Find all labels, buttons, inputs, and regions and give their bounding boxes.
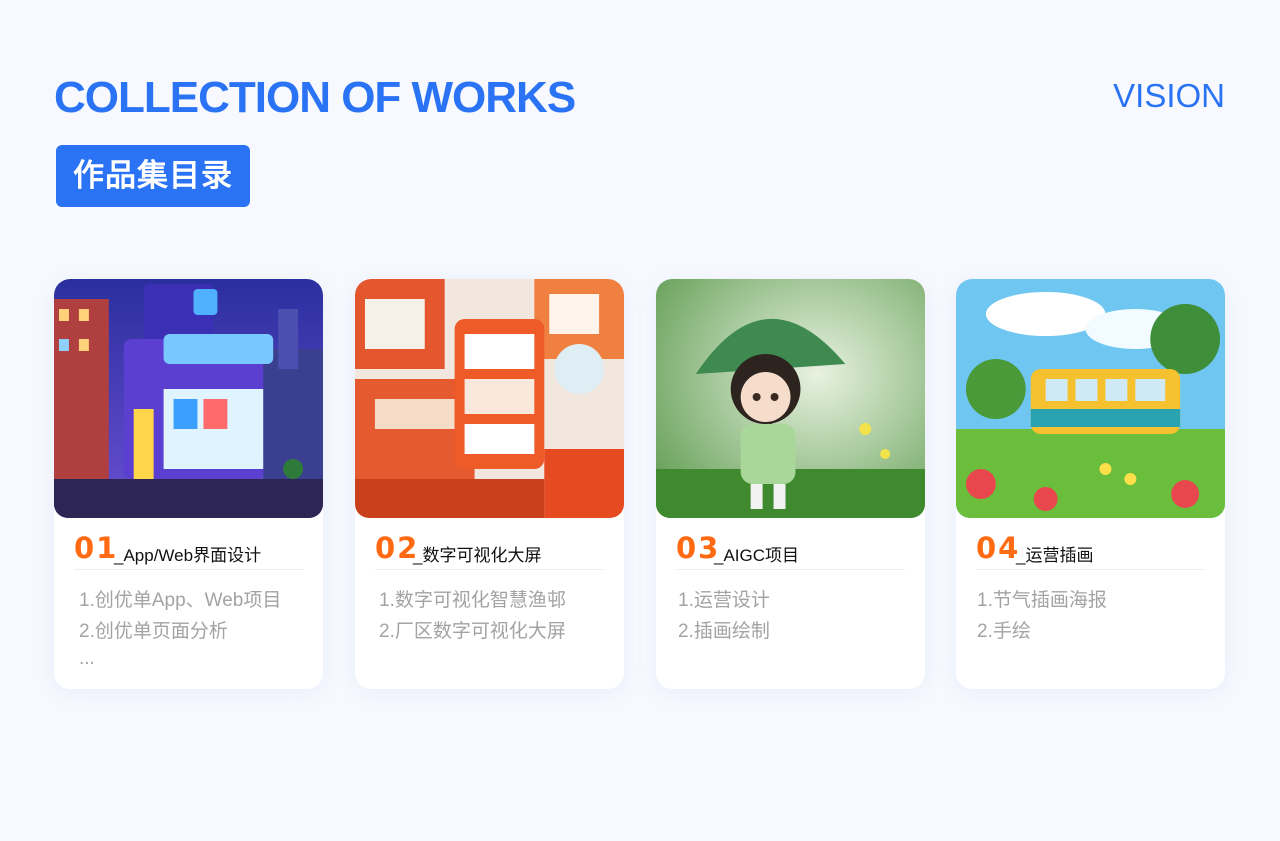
list-item: 1.节气插画海报 — [977, 590, 1107, 611]
list-item: 2.插画绘制 — [678, 621, 770, 642]
card-1-heading: 01 _App/Web界面设计 — [74, 531, 303, 570]
card-3-image — [656, 279, 925, 518]
card-3-heading: 03 _AIGC项目 — [676, 531, 905, 570]
list-item: 1.运营设计 — [678, 590, 770, 611]
card-category: _App/Web界面设计 — [114, 546, 262, 565]
list-item: 1.数字可视化智慧渔邨 — [379, 590, 566, 611]
card-1-items: 1.创优单App、Web项目 2.创优单页面分析 ... — [79, 585, 281, 671]
card-3-items: 1.运营设计 2.插画绘制 — [678, 585, 770, 647]
card-4-items: 1.节气插画海报 2.手绘 — [977, 585, 1107, 647]
list-item: 2.手绘 — [977, 621, 1031, 642]
card-category: _数字可视化大屏 — [413, 546, 542, 565]
list-item: 2.厂区数字可视化大屏 — [379, 621, 566, 642]
card-4-heading: 04 _运营插画 — [976, 531, 1205, 570]
work-card-3[interactable]: 03 _AIGC项目 1.运营设计 2.插画绘制 — [656, 279, 925, 689]
card-category: _运营插画 — [1016, 546, 1094, 565]
vision-label: VISION — [1113, 77, 1225, 114]
card-4-image — [956, 279, 1225, 518]
card-number: 01 — [74, 531, 119, 565]
page-title: COLLECTION OF WORKS — [54, 73, 576, 122]
work-card-1[interactable]: 01 _App/Web界面设计 1.创优单App、Web项目 2.创优单页面分析… — [54, 279, 323, 689]
card-category: _AIGC项目 — [714, 546, 800, 565]
card-2-items: 1.数字可视化智慧渔邨 2.厂区数字可视化大屏 — [379, 585, 566, 647]
list-item: 1.创优单App、Web项目 — [79, 590, 282, 611]
list-item: ... — [79, 648, 95, 669]
work-card-2[interactable]: 02 _数字可视化大屏 1.数字可视化智慧渔邨 2.厂区数字可视化大屏 — [355, 279, 624, 689]
card-2-heading: 02 _数字可视化大屏 — [375, 531, 604, 570]
card-2-image — [355, 279, 624, 518]
work-card-4[interactable]: 04 _运营插画 1.节气插画海报 2.手绘 — [956, 279, 1225, 689]
catalog-badge: 作品集目录 — [56, 145, 250, 207]
card-number: 04 — [976, 531, 1021, 565]
list-item: 2.创优单页面分析 — [79, 621, 228, 642]
card-1-image — [54, 279, 323, 518]
